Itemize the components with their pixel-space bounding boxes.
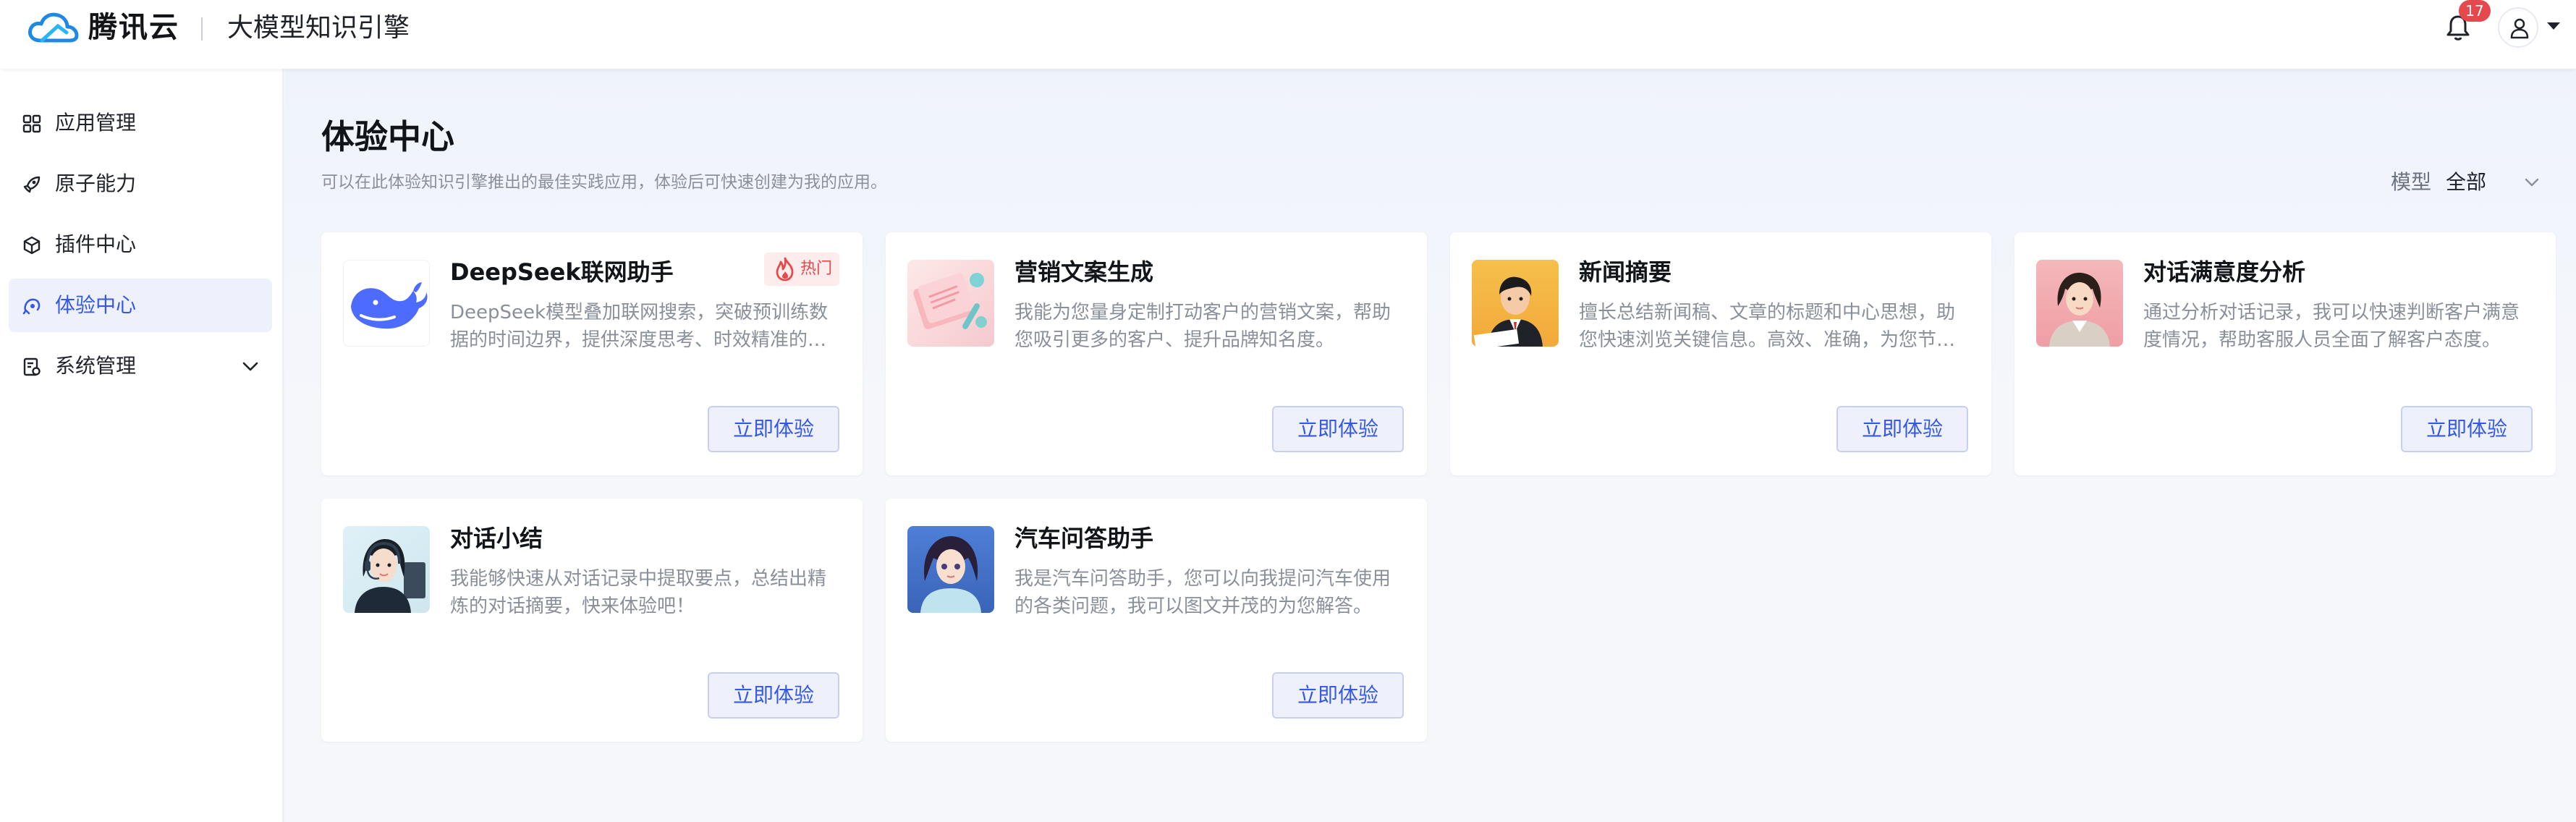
try-now-button[interactable]: 立即体验 — [708, 406, 839, 452]
sidebar-item-label: 原子能力 — [55, 171, 137, 195]
card-title: 对话小结 — [450, 525, 543, 552]
headset-illustration — [355, 539, 425, 613]
flame-icon — [776, 257, 794, 281]
card-description: 通过分析对话记录，我可以快速判断客户满意度情况，帮助客服人员全面了解客户态度。 — [2143, 302, 2520, 351]
try-now-button[interactable]: 立即体验 — [1272, 406, 1404, 452]
sidebar-item-experience-center[interactable]: 体验中心 — [9, 279, 272, 332]
hot-tag-label: 热门 — [800, 260, 833, 278]
news-reader-image — [1472, 260, 1559, 347]
chevron-down-icon[interactable] — [2524, 177, 2540, 187]
satisfaction-agent-image — [2036, 260, 2123, 347]
user-icon — [2510, 18, 2529, 39]
deepseek-whale-logo — [343, 260, 430, 347]
hot-tag: 热门 — [764, 253, 839, 286]
card-description: 我是汽车问答助手，您可以向我提问汽车使用的各类问题，我可以图文并茂的为您解答。 — [1014, 568, 1391, 617]
model-filter-label: 模型 — [2391, 170, 2432, 194]
try-now-button[interactable]: 立即体验 — [2401, 406, 2533, 452]
cube-icon — [23, 236, 41, 255]
car-assistant-image — [907, 526, 994, 613]
reader-illustration — [1473, 276, 1543, 347]
try-now-button[interactable]: 立即体验 — [708, 672, 839, 719]
sidebar-item-label: 体验中心 — [55, 293, 137, 317]
card-description: 我能够快速从对话记录中提取要点，总结出精炼的对话摘要，快来体验吧！ — [450, 568, 827, 617]
rocket-icon — [23, 176, 41, 193]
card-description: 擅长总结新闻稿、文章的标题和中心思想，助您快速浏览关键信息。高效、准确，为您节省… — [1579, 302, 1956, 351]
sidebar-item-label: 插件中心 — [55, 232, 137, 256]
sidebar-item-system-management[interactable]: 系统管理 — [9, 339, 272, 393]
try-now-button[interactable]: 立即体验 — [1272, 672, 1404, 719]
app-card-deepseek[interactable]: DeepSeek联网助手 热门 DeepSeek模型叠加联网搜索，突破预训练数据… — [321, 232, 863, 475]
try-now-button[interactable]: 立即体验 — [1836, 406, 1968, 452]
user-menu-caret-icon[interactable] — [2546, 20, 2562, 32]
brand-name[interactable]: 腾讯云 — [88, 7, 179, 48]
sidebar-item-app-management[interactable]: 应用管理 — [9, 96, 272, 150]
card-title: 对话满意度分析 — [2143, 258, 2306, 286]
product-name[interactable]: 大模型知识引擎 — [227, 9, 410, 48]
app-card-dialog-summary[interactable]: 对话小结 我能够快速从对话记录中提取要点，总结出精炼的对话摘要，快来体验吧！ 立… — [321, 499, 863, 742]
sidebar-item-label: 应用管理 — [55, 111, 137, 135]
sidebar-item-atomic-capability[interactable]: 原子能力 — [9, 157, 272, 211]
notebook-illustration — [913, 273, 987, 329]
card-description: 我能为您量身定制打动客户的营销文案，帮助您吸引更多的客户、提升品牌知名度。 — [1014, 302, 1391, 351]
sidebar: 应用管理 原子能力 插件中心 体验中心 系统管理 — [0, 69, 284, 822]
tencent-cloud-logo-icon[interactable] — [26, 9, 80, 46]
card-title: 汽车问答助手 — [1014, 525, 1154, 552]
card-title: DeepSeek联网助手 — [450, 258, 674, 286]
agent-illustration — [2049, 272, 2110, 347]
user-avatar[interactable] — [2498, 7, 2538, 48]
sidebar-item-label: 系统管理 — [55, 354, 137, 378]
system-icon — [23, 357, 41, 376]
page-title: 体验中心 — [321, 117, 454, 156]
chevron-down-icon[interactable] — [242, 360, 259, 373]
notification-count-badge: 17 — [2459, 0, 2491, 22]
app-card-car-qa[interactable]: 汽车问答助手 我是汽车问答助手，您可以向我提问汽车使用的各类问题，我可以图文并茂… — [886, 499, 1427, 742]
top-header: 腾讯云 大模型知识引擎 17 — [0, 0, 2576, 69]
page-subtitle: 可以在此体验知识引擎推出的最佳实践应用，体验后可快速创建为我的应用。 — [321, 173, 887, 192]
card-description: DeepSeek模型叠加联网搜索，突破预训练数据的时间边界，提供深度思考、时效精… — [450, 302, 829, 351]
sidebar-item-plugin-center[interactable]: 插件中心 — [9, 218, 272, 271]
app-card-marketing-copy[interactable]: 营销文案生成 我能为您量身定制打动客户的营销文案，帮助您吸引更多的客户、提升品牌… — [886, 232, 1427, 475]
assistant-illustration — [920, 536, 981, 613]
experience-icon — [22, 298, 41, 315]
main-content: 体验中心 可以在此体验知识引擎推出的最佳实践应用，体验后可快速创建为我的应用。 … — [285, 69, 2576, 822]
app-card-satisfaction-analysis[interactable]: 对话满意度分析 通过分析对话记录，我可以快速判断客户满意度情况，帮助客服人员全面… — [2014, 232, 2556, 475]
header-divider — [201, 17, 203, 41]
headset-agent-image — [343, 526, 430, 613]
marketing-notebook-image — [907, 260, 994, 347]
model-filter-select[interactable]: 全部 — [2446, 168, 2486, 197]
grid-icon — [22, 114, 41, 133]
app-card-news-summary[interactable]: 新闻摘要 擅长总结新闻稿、文章的标题和中心思想，助您快速浏览关键信息。高效、准确… — [1450, 232, 1991, 475]
card-title: 新闻摘要 — [1579, 258, 1672, 286]
whale-icon — [351, 282, 428, 329]
card-title: 营销文案生成 — [1014, 258, 1154, 286]
